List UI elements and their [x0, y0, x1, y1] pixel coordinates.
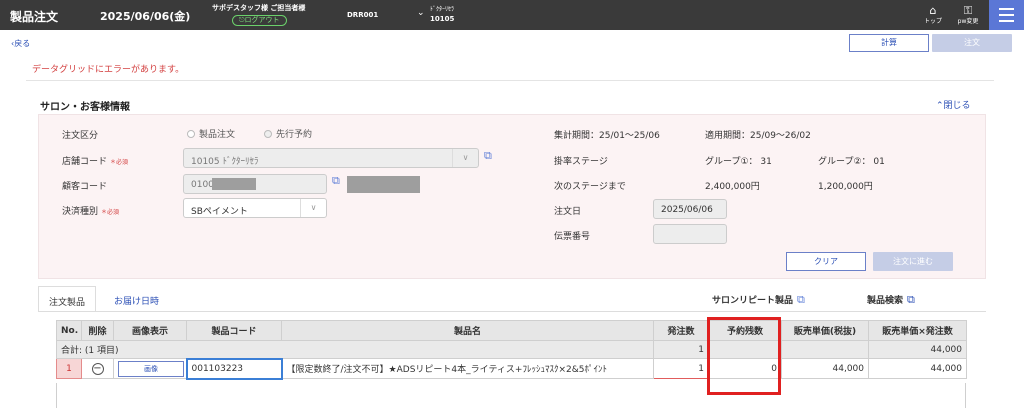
chevron-down-icon: ∨ — [300, 199, 326, 217]
order-qty-cell[interactable]: 1 — [653, 358, 709, 379]
radio-product-order[interactable]: 製品注文 — [187, 127, 235, 140]
customer-code-label: 顧客コード — [62, 182, 108, 192]
redacted-area — [347, 176, 420, 193]
tab-divider — [38, 311, 986, 312]
account-code: DRR001 — [347, 11, 379, 19]
applied-period: 適用期間：25/09～26/02 — [705, 131, 811, 141]
next-stage-label: 次のステージまで — [554, 182, 626, 192]
collapse-link[interactable]: ⌃閉じる — [936, 98, 971, 111]
store-code-label: 店舗コード ＊必須 — [62, 157, 129, 167]
password-change-button[interactable]: ⚿ pw変更 — [955, 3, 981, 25]
slip-number-field — [653, 224, 727, 244]
summary-total: 44,000 — [868, 340, 967, 359]
unit-price-cell: 44,000 — [781, 358, 869, 379]
order-date-field: 2025/06/06 — [653, 199, 727, 219]
group1-value: グループ①： 31 — [705, 157, 772, 167]
proceed-to-order-button[interactable]: 注文に進む — [873, 252, 953, 271]
menu-icon — [999, 8, 1014, 10]
slip-number-label: 伝票番号 — [554, 232, 591, 242]
order-type-label: 注文区分 — [62, 131, 99, 141]
highlight-box — [707, 317, 781, 395]
rate-stage-label: 掛率ステージ — [554, 157, 608, 167]
section-title: サロン・お客様情報 — [40, 102, 130, 113]
calculate-button[interactable]: 計算 — [849, 34, 929, 52]
page-title: 製品注文 — [10, 10, 59, 24]
divider — [26, 80, 994, 81]
amount-cell: 44,000 — [868, 358, 967, 379]
logout-button[interactable]: ⎋ログアウト — [232, 15, 287, 26]
col-amount[interactable]: 販売単価×発注数 — [868, 320, 967, 341]
shop-kana: ﾄﾞｸﾀｰﾘｾﾗ — [430, 6, 455, 13]
chevron-up-icon: ⌃ — [936, 101, 944, 111]
row-number[interactable]: 1 — [56, 358, 82, 379]
app-header: 製品注文 2025/06/06(金) サポデスタッフ様 ご担当者様 ⎋ログアウト… — [0, 0, 1024, 30]
col-image[interactable]: 画像表示 — [113, 320, 187, 341]
table-row: 1 − 画像 001103223 【限定数終了/注文不可】★ADSリピート4本_… — [56, 357, 967, 380]
header-date: 2025/06/06(金) — [100, 10, 191, 23]
redacted-area — [212, 178, 256, 190]
summary-label: 合計: (1 項目) — [56, 340, 654, 359]
delete-cell: − — [81, 358, 114, 379]
col-delete[interactable]: 削除 — [81, 320, 114, 341]
grid-empty-area — [56, 383, 966, 408]
col-product-name[interactable]: 製品名 — [281, 320, 654, 341]
external-link-icon: ⧉ — [797, 293, 805, 306]
summary-row: 合計: (1 項目) 1 44,000 — [56, 340, 967, 359]
key-icon: ⚿ — [963, 4, 973, 17]
product-code-cell[interactable]: 001103223 — [185, 357, 283, 380]
next-stage-value-2: 1,200,000円 — [818, 182, 873, 192]
image-cell: 画像 — [113, 358, 187, 379]
user-name: サポデスタッフ様 ご担当者様 — [212, 4, 306, 12]
tab-delivery-datetime[interactable]: お届け日時 — [104, 286, 169, 312]
aggregation-period: 集計期間：25/01～25/06 — [554, 131, 660, 141]
image-button[interactable]: 画像 — [118, 360, 184, 377]
tab-order-products[interactable]: 注文製品 — [38, 286, 97, 312]
group2-value: グループ②： 01 — [818, 157, 885, 167]
radio-preorder[interactable]: 先行予約 — [264, 127, 312, 140]
external-link-icon[interactable]: ⧉ — [332, 174, 340, 188]
home-icon: ⌂ — [929, 4, 937, 17]
store-code-select[interactable]: 10105 ﾄﾞｸﾀｰﾘｾﾗ ∨ — [183, 148, 479, 168]
col-unit-price[interactable]: 販売単価(税抜) — [781, 320, 869, 341]
external-link-icon: ⧉ — [907, 293, 915, 306]
external-link-icon[interactable]: ⧉ — [484, 149, 492, 163]
chevron-down-icon: ∨ — [452, 149, 478, 167]
back-link[interactable]: ‹戻る — [11, 38, 30, 49]
product-name-cell: 【限定数終了/注文不可】★ADSリピート4本_ライティス+ﾌﾚｯｼｭﾏｽｸ×2&… — [281, 358, 654, 379]
col-order-qty[interactable]: 発注数 — [653, 320, 709, 341]
order-button[interactable]: 注文 — [932, 34, 1012, 52]
product-search-link[interactable]: 製品検索 ⧉ — [867, 293, 915, 307]
payment-type-select[interactable]: SBペイメント ∨ — [183, 198, 327, 218]
top-nav-button[interactable]: ⌂ トップ — [920, 3, 946, 25]
payment-type-label: 決済種別 ＊必須 — [62, 207, 120, 217]
order-date-label: 注文日 — [554, 207, 582, 217]
order-grid: No. 削除 画像表示 製品コード 製品名 発注数 予約残数 販売単価(税抜) … — [56, 320, 967, 380]
salon-repeat-products-link[interactable]: サロンリピート製品 ⧉ — [712, 293, 805, 307]
minus-circle-icon[interactable]: − — [91, 362, 104, 375]
grid-header-row: No. 削除 画像表示 製品コード 製品名 発注数 予約残数 販売単価(税抜) … — [56, 320, 967, 341]
error-message: データグリッドにエラーがあります。 — [32, 65, 185, 75]
hamburger-menu-button[interactable] — [989, 0, 1024, 30]
shop-code: 10105 — [430, 15, 455, 23]
chevron-down-icon[interactable]: ⌄ — [417, 8, 425, 18]
col-product-code[interactable]: 製品コード — [186, 320, 282, 341]
clear-button[interactable]: クリア — [786, 252, 866, 271]
next-stage-value-1: 2,400,000円 — [705, 182, 760, 192]
summary-qty: 1 — [653, 340, 709, 359]
col-no[interactable]: No. — [56, 320, 82, 341]
